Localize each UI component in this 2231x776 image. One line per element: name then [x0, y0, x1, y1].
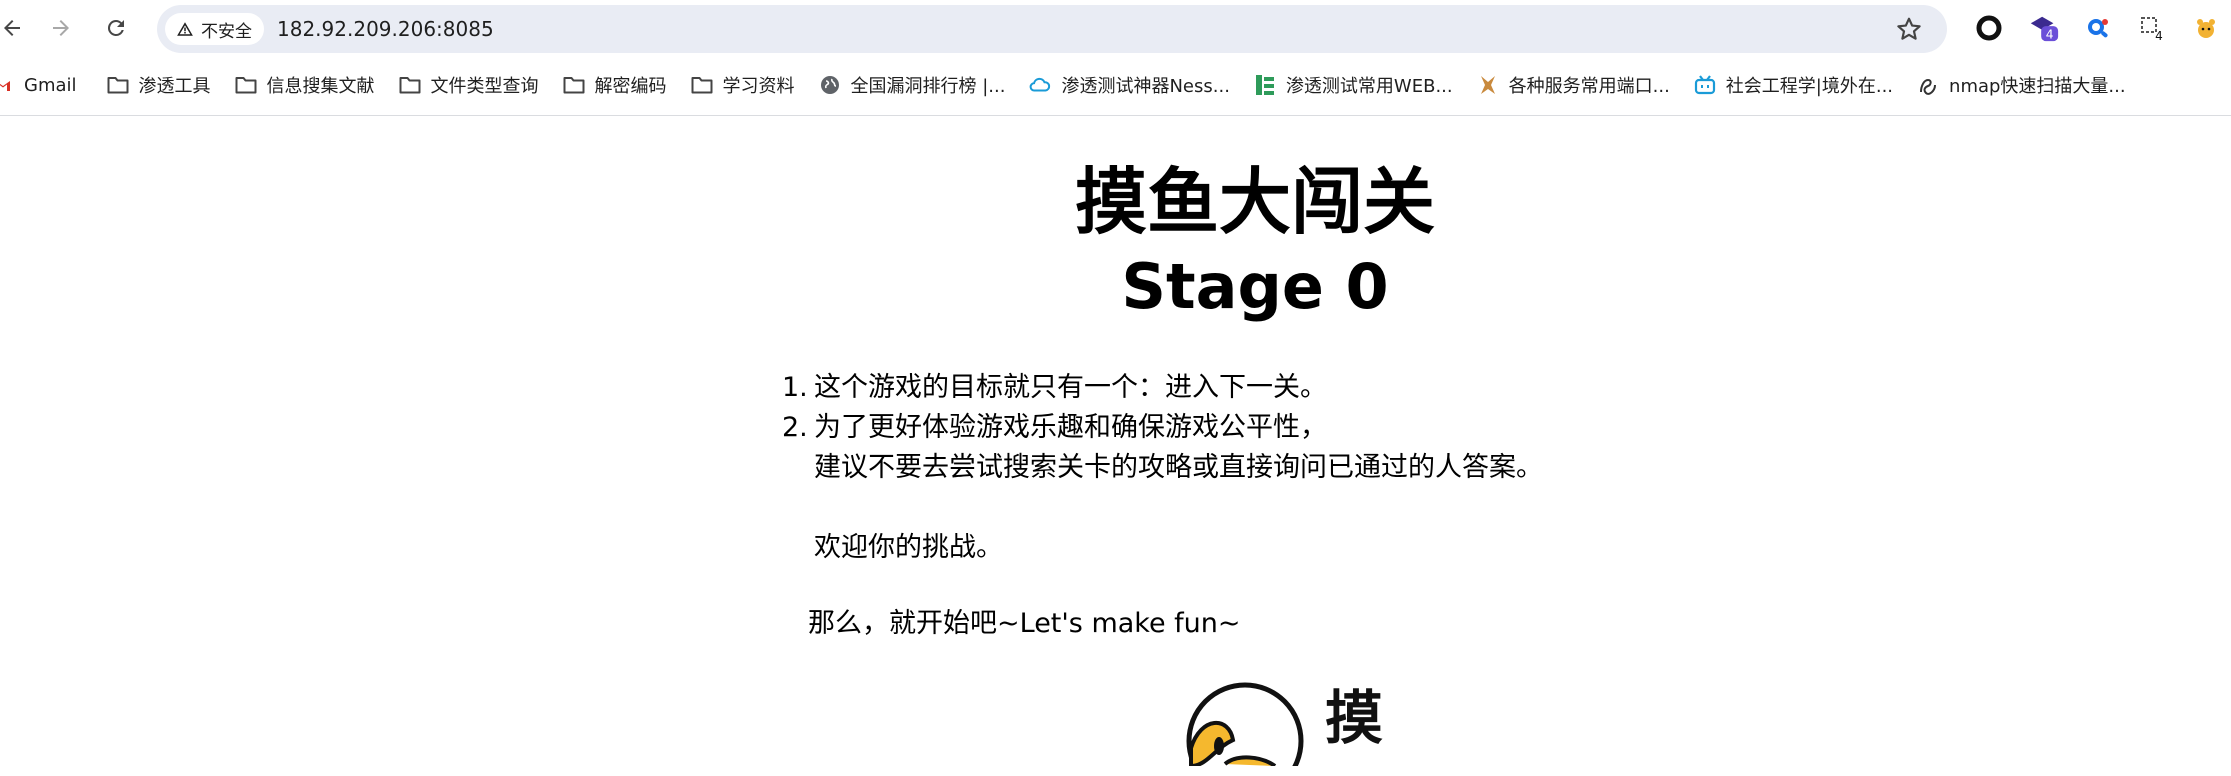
bookmark-label: 各种服务常用端口...	[1508, 76, 1670, 97]
reload-icon	[107, 19, 124, 36]
gmail-icon	[0, 74, 14, 96]
rules-list: 1. 这个游戏的目标就只有一个：进入下一关。 2. 为了更好体验游戏乐趣和确保游…	[782, 368, 1543, 568]
bookmark-star-icon[interactable]	[1893, 13, 1925, 45]
extension-graduation-icon[interactable]: 4	[2028, 12, 2060, 44]
welcome-text: 欢迎你的挑战。	[814, 532, 1003, 563]
extension-scanner-icon[interactable]: 4	[2136, 12, 2168, 44]
browser-chrome: 不安全 182.92.209.206:8085 4 4 Gmail 渗透工具 信…	[0, 0, 2231, 116]
extension-circle-icon[interactable]	[1973, 12, 2005, 44]
bookmark-link[interactable]: nmap快速扫描大量...	[1905, 68, 2138, 102]
call-to-action-text: 那么，就开始吧~Let's make fun~	[808, 608, 1241, 639]
stage-heading: Stage 0	[1121, 250, 1389, 323]
page-content: 摸鱼大闯关 Stage 0 1. 这个游戏的目标就只有一个：进入下一关。 2. …	[0, 116, 2231, 776]
bookmark-label: 社会工程学|境外在...	[1725, 76, 1894, 97]
bookmark-link[interactable]: 渗透测试常用WEB...	[1242, 68, 1465, 102]
forward-button[interactable]	[43, 10, 79, 46]
bookmark-label: 全国漏洞排行榜 |...	[850, 76, 1006, 97]
bookmark-label: 渗透测试神器Ness...	[1061, 76, 1230, 97]
security-label: 不安全	[201, 21, 252, 42]
url-text[interactable]: 182.92.209.206:8085	[277, 5, 494, 53]
back-button[interactable]	[0, 10, 30, 46]
folder-icon	[563, 74, 585, 96]
rule-text: 为了更好体验游戏乐趣和确保游戏公平性，	[814, 412, 1327, 443]
extension-badge-count-2: 4	[2155, 29, 2163, 43]
rule-item: 2. 为了更好体验游戏乐趣和确保游戏公平性，	[782, 408, 1543, 448]
bookmark-label: 渗透测试常用WEB...	[1285, 76, 1453, 97]
bookmark-label: 渗透工具	[138, 76, 211, 97]
reload-button[interactable]	[98, 10, 134, 46]
extension-search-icon[interactable]	[2082, 12, 2114, 44]
bookmark-folder[interactable]: 信息搜集文献	[223, 68, 387, 102]
bilibili-icon	[1694, 74, 1716, 96]
rule-number: 1.	[782, 372, 808, 403]
folder-icon	[399, 74, 421, 96]
rule-continuation: 建议不要去尝试搜索关卡的攻略或直接询问已通过的人答案。	[814, 452, 1543, 483]
security-chip[interactable]: 不安全	[165, 13, 264, 45]
bookmarks-bar: Gmail 渗透工具 信息搜集文献 文件类型查询 解密编码 学习资料 全国漏洞排…	[0, 68, 2231, 102]
rule-item: 1. 这个游戏的目标就只有一个：进入下一关。	[782, 368, 1543, 408]
extension-bear-icon[interactable]	[2190, 12, 2222, 44]
bookmark-folder[interactable]: 解密编码	[551, 68, 679, 102]
bookmark-gmail[interactable]: Gmail	[0, 68, 89, 102]
bookmark-link[interactable]: 渗透测试神器Ness...	[1017, 68, 1241, 102]
bookmark-label: Gmail	[24, 74, 77, 96]
folder-icon	[235, 74, 257, 96]
globe-icon	[819, 74, 841, 96]
bookmark-folder[interactable]: 文件类型查询	[387, 68, 551, 102]
bookmark-link[interactable]: 社会工程学|境外在...	[1682, 68, 1905, 102]
rule-number: 2.	[782, 412, 808, 443]
warning-icon	[175, 19, 195, 39]
rule-text: 这个游戏的目标就只有一个：进入下一关。	[814, 372, 1327, 403]
cloud-icon	[1029, 74, 1051, 96]
folder-icon	[691, 74, 713, 96]
folder-icon	[107, 74, 129, 96]
arrow-left-icon	[4, 20, 20, 36]
arrow-right-icon	[53, 20, 69, 36]
page-title: 摸鱼大闯关	[1074, 160, 1435, 244]
bookmark-label: 解密编码	[594, 76, 667, 97]
site-icon	[1254, 74, 1276, 96]
bookmark-label: 文件类型查询	[430, 76, 539, 97]
address-bar[interactable]: 不安全 182.92.209.206:8085	[157, 5, 1947, 53]
bookmark-folder[interactable]: 学习资料	[679, 68, 807, 102]
site-icon	[1917, 74, 1939, 96]
duck-mascot-image: 摸	[1185, 676, 1385, 776]
bookmark-link[interactable]: 全国漏洞排行榜 |...	[807, 68, 1018, 102]
mascot-text: 摸	[1325, 684, 1383, 752]
bookmark-folder[interactable]: 渗透工具	[95, 68, 223, 102]
extension-badge-count: 4	[2046, 27, 2054, 41]
bookmark-label: nmap快速扫描大量...	[1949, 76, 2126, 97]
site-icon	[1477, 74, 1499, 96]
bookmark-link[interactable]: 各种服务常用端口...	[1465, 68, 1682, 102]
bookmark-label: 信息搜集文献	[266, 76, 375, 97]
bookmark-label: 学习资料	[722, 76, 795, 97]
